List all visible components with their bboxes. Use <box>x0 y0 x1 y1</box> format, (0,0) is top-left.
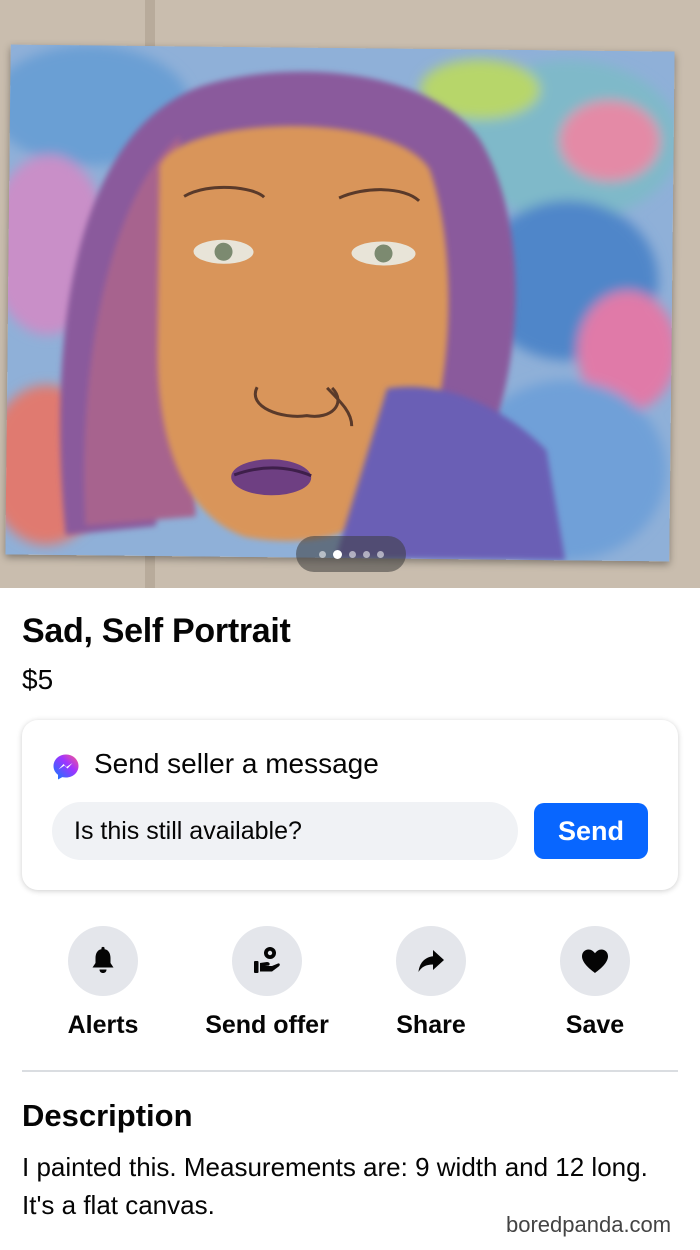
bell-icon <box>92 946 114 973</box>
painting-illustration <box>5 44 675 562</box>
painting-image <box>5 44 675 562</box>
share-label: Share <box>396 1011 466 1039</box>
description-heading: Description <box>22 1098 193 1133</box>
photo-carousel-indicator[interactable] <box>296 536 406 572</box>
message-heading: Send seller a message <box>94 748 379 779</box>
send-button[interactable]: Send <box>534 803 648 859</box>
listing-price: $5 <box>22 664 54 695</box>
send-offer-label: Send offer <box>205 1011 329 1039</box>
share-icon-circle[interactable] <box>396 926 466 996</box>
carousel-dot[interactable] <box>318 550 326 558</box>
carousel-dot[interactable] <box>362 550 370 558</box>
save-icon-circle[interactable] <box>560 926 630 996</box>
heart-icon <box>582 949 608 973</box>
alerts-label: Alerts <box>67 1011 139 1039</box>
send-offer-button[interactable]: Send offer <box>187 926 347 1046</box>
listing-photo[interactable] <box>0 0 700 588</box>
alerts-button[interactable]: Alerts <box>23 926 183 1046</box>
carousel-dot[interactable] <box>348 550 356 558</box>
share-arrow-icon <box>418 950 444 972</box>
save-button[interactable]: Save <box>515 926 675 1046</box>
send-offer-icon-circle[interactable] <box>232 926 302 996</box>
message-seller-card: Send seller a message Send <box>22 720 678 890</box>
carousel-dot[interactable] <box>376 550 384 558</box>
carousel-dot-active[interactable] <box>332 549 342 559</box>
offer-hand-icon <box>254 947 280 973</box>
section-divider <box>22 1070 678 1072</box>
listing-title: Sad, Self Portrait <box>22 612 291 650</box>
message-input[interactable] <box>52 802 518 860</box>
save-label: Save <box>565 1011 625 1039</box>
alerts-icon-circle[interactable] <box>68 926 138 996</box>
watermark-text: boredpanda.com <box>506 1212 672 1237</box>
messenger-icon <box>53 754 79 780</box>
share-button[interactable]: Share <box>351 926 511 1046</box>
action-row: Alerts Send offer Share Save <box>0 926 700 1046</box>
